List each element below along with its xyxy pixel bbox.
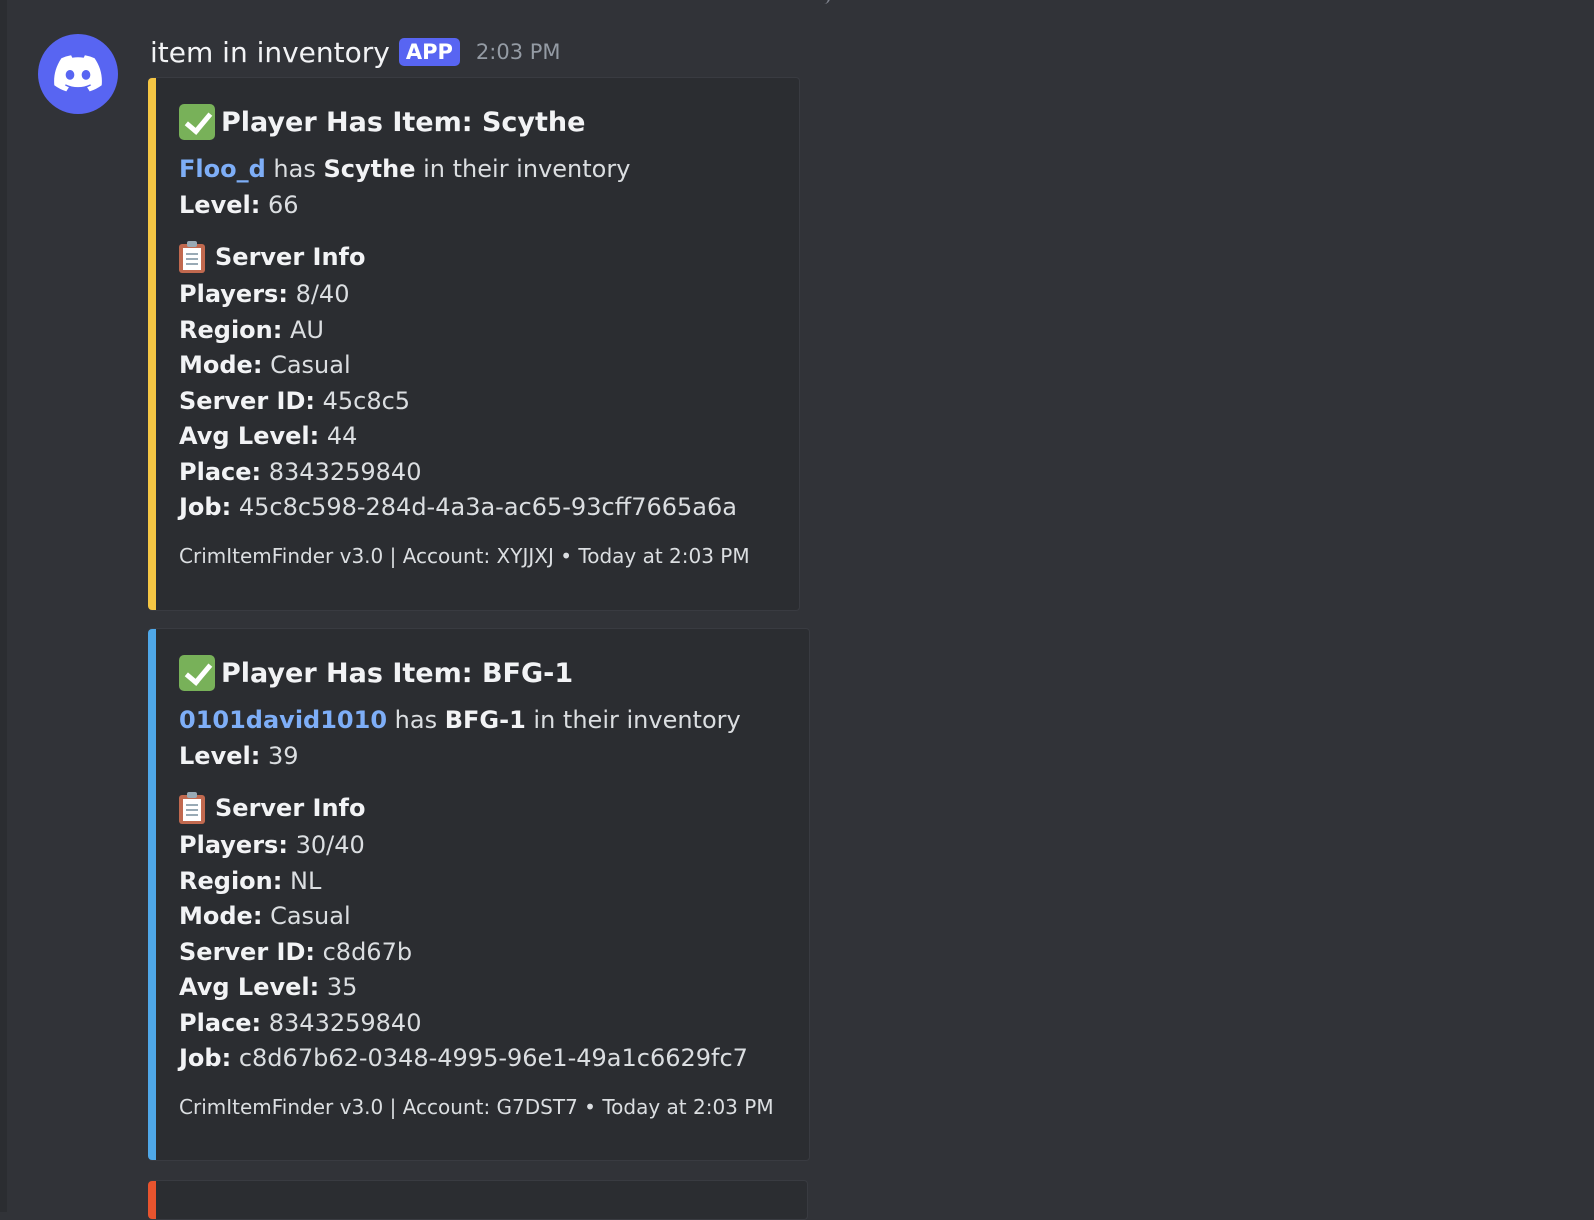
reply-curve [818, 0, 830, 4]
level-label: Level: [179, 190, 261, 219]
field-label: Avg Level: [179, 973, 320, 1001]
field-server-id: Server ID: c8d67b [179, 935, 785, 971]
message-timestamp[interactable]: 2:03 PM [476, 40, 561, 64]
server-info-heading: Server Info [179, 237, 775, 277]
has-text: has [394, 706, 438, 734]
field-label: Server ID: [179, 937, 315, 966]
field-label: Place: [179, 457, 262, 486]
field-job: Job: 45c8c598-284d-4a3a-ac65-93cff7665a6… [179, 490, 775, 526]
check-mark-button-icon [179, 655, 215, 691]
field-server-id: Server ID: 45c8c5 [179, 384, 775, 420]
field-avg-level: Avg Level: 35 [179, 970, 785, 1006]
has-text: has [273, 155, 316, 183]
embed-description: 0101david1010 has BFG-1 in their invento… [179, 703, 785, 739]
field-value: c8d67b62-0348-4995-96e1-49a1c6629fc7 [238, 1044, 748, 1072]
field-value: 8/40 [295, 280, 350, 308]
field-label: Mode: [179, 351, 263, 379]
username[interactable]: item in inventory [150, 36, 390, 69]
level-label: Level: [179, 741, 261, 770]
field-value: AU [289, 315, 324, 344]
embed-title: Player Has Item: BFG-1 [179, 649, 785, 697]
embed-title-text: Player Has Item: BFG-1 [221, 657, 574, 689]
level-value: 39 [267, 741, 299, 770]
discord-logo-icon [54, 55, 102, 92]
field-value: 45c8c5 [322, 386, 411, 415]
field-value: 45c8c598-284d-4a3a-ac65-93cff7665a6a [238, 493, 737, 521]
field-mode: Mode: Casual [179, 348, 775, 384]
clipboard-icon [179, 241, 205, 273]
embed-footer: CrimItemFinder v3.0 | Account: G7DST7 • … [179, 1094, 774, 1119]
field-value: NL [289, 866, 322, 895]
field-label: Job: [179, 1044, 232, 1072]
item-name: Scythe [323, 155, 416, 183]
field-value: 8343259840 [268, 457, 422, 486]
embed-card-partial [148, 1180, 808, 1220]
inventory-text: in their inventory [423, 155, 631, 183]
embed-description: Floo_d has Scythe in their inventory [179, 152, 775, 188]
server-info-heading: Server Info [179, 788, 785, 828]
embed-title: Player Has Item: Scythe [179, 98, 775, 146]
level-value: 66 [267, 190, 299, 219]
field-label: Players: [179, 831, 288, 859]
field-place: Place: 8343259840 [179, 1006, 785, 1042]
embed-title-text: Player Has Item: Scythe [221, 106, 586, 138]
field-job: Job: c8d67b62-0348-4995-96e1-49a1c6629fc… [179, 1041, 785, 1077]
level-line: Level: 66 [179, 188, 775, 224]
item-name: BFG-1 [444, 706, 526, 734]
field-label: Place: [179, 1008, 262, 1037]
field-value: Casual [270, 351, 351, 379]
field-label: Players: [179, 280, 288, 308]
player-name[interactable]: 0101david1010 [179, 706, 387, 734]
field-region: Region: AU [179, 313, 775, 349]
field-value: 30/40 [295, 831, 365, 859]
field-value: Casual [270, 902, 351, 930]
field-label: Region: [179, 866, 283, 895]
clipboard-icon [179, 792, 205, 824]
message-header: item in inventory APP 2:03 PM [150, 30, 561, 74]
field-label: Region: [179, 315, 283, 344]
embed-accent-bar [148, 1181, 156, 1219]
field-value: 8343259840 [268, 1008, 422, 1037]
server-info-label: Server Info [215, 794, 366, 822]
sidebar-edge [0, 0, 7, 1212]
inventory-text: in their inventory [533, 706, 741, 734]
field-value: c8d67b [322, 937, 413, 966]
server-info-label: Server Info [215, 243, 366, 271]
field-players: Players: 30/40 [179, 828, 785, 864]
app-badge: APP [398, 38, 460, 66]
check-mark-button-icon [179, 104, 215, 140]
field-players: Players: 8/40 [179, 277, 775, 313]
field-value: 35 [326, 973, 358, 1001]
field-label: Avg Level: [179, 422, 320, 450]
field-value: 44 [326, 422, 358, 450]
field-region: Region: NL [179, 864, 785, 900]
player-name[interactable]: Floo_d [179, 155, 266, 183]
field-label: Mode: [179, 902, 263, 930]
level-line: Level: 39 [179, 739, 785, 775]
embed-accent-bar [148, 78, 156, 610]
field-mode: Mode: Casual [179, 899, 785, 935]
field-label: Server ID: [179, 386, 315, 415]
field-avg-level: Avg Level: 44 [179, 419, 775, 455]
avatar[interactable] [38, 34, 118, 114]
field-label: Job: [179, 493, 232, 521]
field-place: Place: 8343259840 [179, 455, 775, 491]
embed-card: Player Has Item: Scythe Floo_d has Scyth… [148, 77, 800, 611]
embed-card: Player Has Item: BFG-1 0101david1010 has… [148, 628, 810, 1161]
embed-accent-bar [148, 629, 156, 1160]
embed-footer: CrimItemFinder v3.0 | Account: XYJJXJ • … [179, 543, 750, 568]
